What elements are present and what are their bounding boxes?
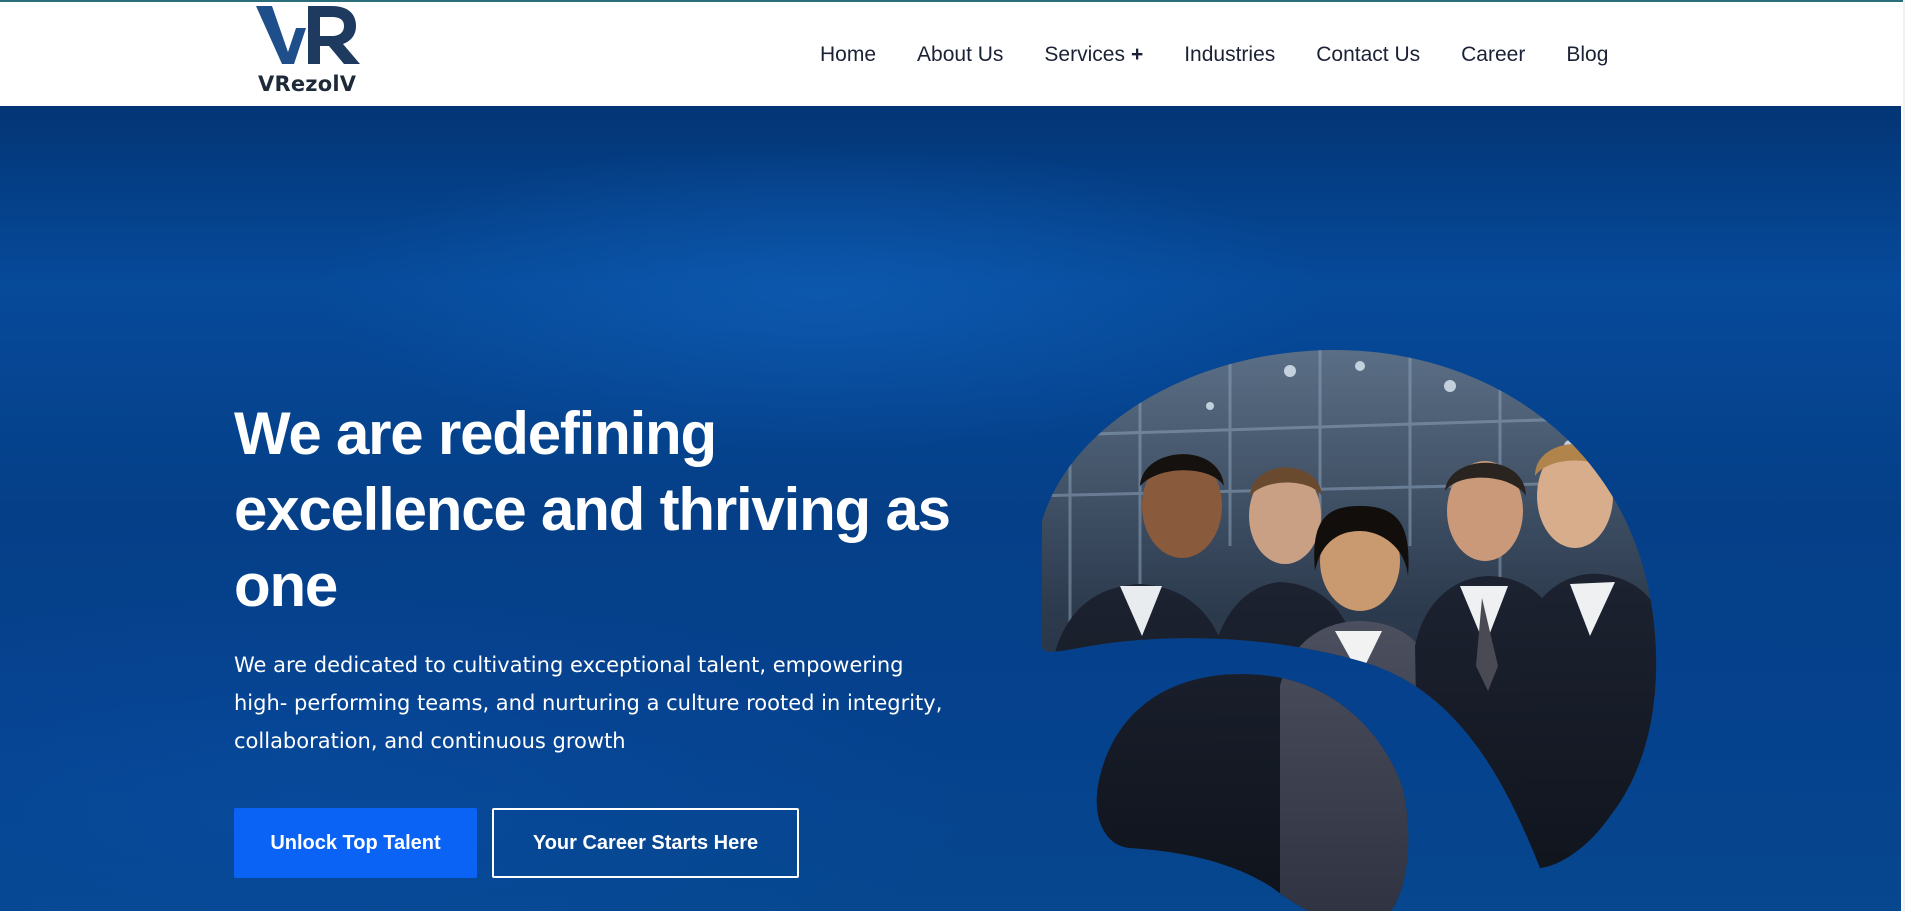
brand-name: VRezolV xyxy=(258,72,357,96)
nav-home-label: Home xyxy=(820,43,877,66)
nav-career[interactable]: Career xyxy=(1461,40,1525,70)
nav-about-us-label: About Us xyxy=(917,43,1004,66)
nav-career-label: Career xyxy=(1461,43,1526,66)
nav-blog[interactable]: Blog xyxy=(1566,40,1608,70)
hero-section: We are redefining excellence and thrivin… xyxy=(0,106,1901,911)
plus-icon[interactable]: + xyxy=(1131,43,1143,67)
site-header: VRezolV Home About Us Services + Industr… xyxy=(0,2,1903,106)
nav-blog-label: Blog xyxy=(1566,43,1609,66)
nav-contact-us[interactable]: Contact Us xyxy=(1316,40,1420,70)
brand-logo[interactable]: VRezolV xyxy=(256,2,360,102)
main-nav: Home About Us Services + Industries Cont… xyxy=(820,40,1608,70)
hero-description: We are dedicated to cultivating exceptio… xyxy=(234,653,943,753)
nav-services-label: Services xyxy=(1044,43,1125,66)
nav-industries[interactable]: Industries xyxy=(1184,40,1275,70)
nav-services[interactable]: Services + xyxy=(1044,40,1143,70)
unlock-top-talent-button[interactable]: Unlock Top Talent xyxy=(234,808,477,878)
nav-contact-us-label: Contact Us xyxy=(1316,43,1421,66)
nav-industries-label: Industries xyxy=(1184,43,1276,66)
career-starts-button[interactable]: Your Career Starts Here xyxy=(492,808,799,878)
vr-monogram-icon xyxy=(256,6,360,64)
hero-headline: We are redefining excellence and thrivin… xyxy=(234,400,951,619)
nav-about-us[interactable]: About Us xyxy=(917,40,1003,70)
team-photo xyxy=(1042,349,1657,911)
nav-home[interactable]: Home xyxy=(820,40,876,70)
